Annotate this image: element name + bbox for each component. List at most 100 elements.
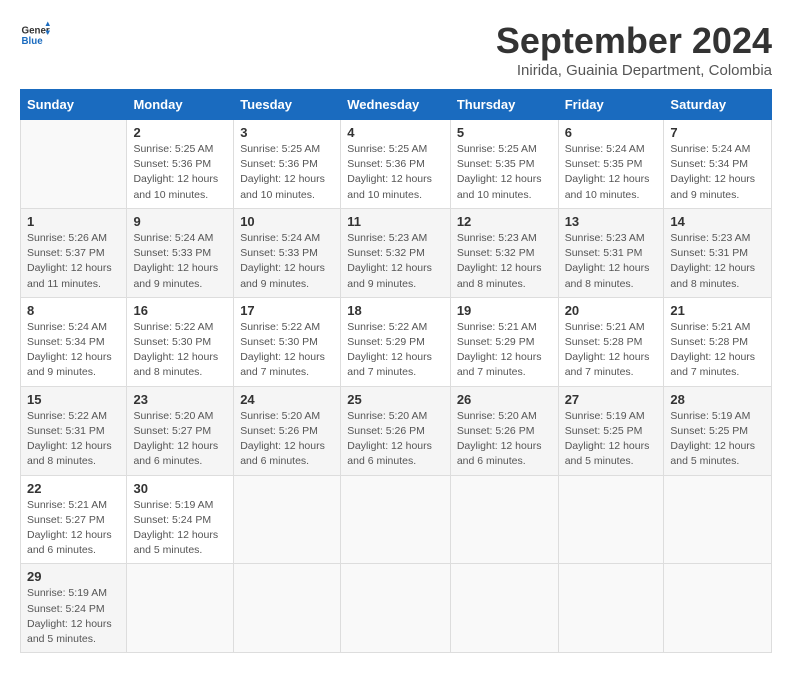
calendar-cell: 29 Sunrise: 5:19 AMSunset: 5:24 PMDayligh… [21, 564, 127, 653]
day-number: 18 [347, 303, 444, 318]
calendar-cell: 5Sunrise: 5:25 AMSunset: 5:35 PMDaylight… [450, 120, 558, 209]
day-info: Sunrise: 5:25 AMSunset: 5:35 PMDaylight:… [457, 142, 552, 203]
day-number: 30 [133, 481, 227, 496]
day-number: 4 [347, 125, 444, 140]
day-info: Sunrise: 5:19 AMSunset: 5:24 PMDaylight:… [27, 586, 120, 647]
calendar-cell [450, 475, 558, 564]
weekday-header: Friday [558, 90, 664, 120]
day-info: Sunrise: 5:20 AMSunset: 5:26 PMDaylight:… [347, 409, 444, 470]
calendar-cell: 1 Sunrise: 5:26 AMSunset: 5:37 PMDaylight… [21, 208, 127, 297]
page-header: General Blue September 2024 Inirida, Gua… [20, 20, 772, 79]
calendar-cell: 15Sunrise: 5:22 AMSunset: 5:31 PMDayligh… [21, 386, 127, 475]
day-info: Sunrise: 5:25 AMSunset: 5:36 PMDaylight:… [133, 142, 227, 203]
calendar-cell: 8Sunrise: 5:24 AMSunset: 5:34 PMDaylight… [21, 297, 127, 386]
calendar-cell: 20 Sunrise: 5:21 AMSunset: 5:28 PMDayligh… [558, 297, 664, 386]
calendar-cell: 4Sunrise: 5:25 AMSunset: 5:36 PMDaylight… [341, 120, 451, 209]
day-number: 23 [133, 392, 227, 407]
day-number: 27 [565, 392, 658, 407]
day-info: Sunrise: 5:21 AMSunset: 5:28 PMDaylight:… [565, 320, 658, 381]
calendar-cell: 25Sunrise: 5:20 AMSunset: 5:26 PMDayligh… [341, 386, 451, 475]
weekday-header: Monday [127, 90, 234, 120]
day-number: 15 [27, 392, 120, 407]
calendar-cell [664, 564, 772, 653]
day-info: Sunrise: 5:24 AMSunset: 5:33 PMDaylight:… [133, 231, 227, 292]
day-number: 29 [27, 569, 120, 584]
day-info: Sunrise: 5:24 AMSunset: 5:34 PMDaylight:… [27, 320, 120, 381]
day-number: 9 [133, 214, 227, 229]
calendar-table: SundayMondayTuesdayWednesdayThursdayFrid… [20, 89, 772, 653]
day-number: 26 [457, 392, 552, 407]
calendar-week-row: 2 Sunrise: 5:25 AMSunset: 5:36 PMDaylight… [21, 120, 772, 209]
calendar-cell: 28 Sunrise: 5:19 AMSunset: 5:25 PMDayligh… [664, 386, 772, 475]
day-number: 6 [565, 125, 658, 140]
weekday-header: Saturday [664, 90, 772, 120]
calendar-cell: 2 Sunrise: 5:25 AMSunset: 5:36 PMDaylight… [127, 120, 234, 209]
day-info: Sunrise: 5:24 AMSunset: 5:33 PMDaylight:… [240, 231, 334, 292]
day-info: Sunrise: 5:23 AMSunset: 5:32 PMDaylight:… [457, 231, 552, 292]
calendar-cell: 13Sunrise: 5:23 AMSunset: 5:31 PMDayligh… [558, 208, 664, 297]
calendar-week-row: 22 Sunrise: 5:21 AMSunset: 5:27 PMDayligh… [21, 475, 772, 564]
calendar-title: September 2024 [496, 20, 772, 62]
svg-text:Blue: Blue [22, 36, 44, 47]
calendar-cell: 17 Sunrise: 5:22 AMSunset: 5:30 PMDayligh… [234, 297, 341, 386]
day-number: 22 [27, 481, 120, 496]
weekday-header: Tuesday [234, 90, 341, 120]
day-number: 21 [670, 303, 765, 318]
calendar-cell: 3 Sunrise: 5:25 AMSunset: 5:36 PMDaylight… [234, 120, 341, 209]
day-info: Sunrise: 5:20 AMSunset: 5:26 PMDaylight:… [457, 409, 552, 470]
calendar-week-row: 1 Sunrise: 5:26 AMSunset: 5:37 PMDaylight… [21, 208, 772, 297]
day-info: Sunrise: 5:20 AMSunset: 5:27 PMDaylight:… [133, 409, 227, 470]
day-number: 1 [27, 214, 120, 229]
day-info: Sunrise: 5:22 AMSunset: 5:30 PMDaylight:… [240, 320, 334, 381]
calendar-cell: 16 Sunrise: 5:22 AMSunset: 5:30 PMDayligh… [127, 297, 234, 386]
day-info: Sunrise: 5:23 AMSunset: 5:31 PMDaylight:… [565, 231, 658, 292]
day-number: 3 [240, 125, 334, 140]
calendar-cell: 30 Sunrise: 5:19 AMSunset: 5:24 PMDayligh… [127, 475, 234, 564]
calendar-cell: 24 Sunrise: 5:20 AMSunset: 5:26 PMDayligh… [234, 386, 341, 475]
calendar-cell [558, 564, 664, 653]
day-info: Sunrise: 5:23 AMSunset: 5:31 PMDaylight:… [670, 231, 765, 292]
svg-text:General: General [22, 26, 51, 37]
calendar-cell: 18Sunrise: 5:22 AMSunset: 5:29 PMDayligh… [341, 297, 451, 386]
day-number: 12 [457, 214, 552, 229]
calendar-cell: 10Sunrise: 5:24 AMSunset: 5:33 PMDayligh… [234, 208, 341, 297]
day-number: 16 [133, 303, 227, 318]
day-info: Sunrise: 5:21 AMSunset: 5:28 PMDaylight:… [670, 320, 765, 381]
day-info: Sunrise: 5:22 AMSunset: 5:30 PMDaylight:… [133, 320, 227, 381]
day-info: Sunrise: 5:21 AMSunset: 5:27 PMDaylight:… [27, 498, 120, 559]
logo-icon: General Blue [20, 20, 50, 50]
day-info: Sunrise: 5:21 AMSunset: 5:29 PMDaylight:… [457, 320, 552, 381]
day-number: 20 [565, 303, 658, 318]
logo: General Blue [20, 20, 50, 50]
day-info: Sunrise: 5:19 AMSunset: 5:24 PMDaylight:… [133, 498, 227, 559]
calendar-subtitle: Inirida, Guainia Department, Colombia [496, 62, 772, 79]
day-info: Sunrise: 5:20 AMSunset: 5:26 PMDaylight:… [240, 409, 334, 470]
day-number: 24 [240, 392, 334, 407]
calendar-cell [127, 564, 234, 653]
calendar-cell [341, 564, 451, 653]
weekday-header: Wednesday [341, 90, 451, 120]
calendar-cell: 26 Sunrise: 5:20 AMSunset: 5:26 PMDayligh… [450, 386, 558, 475]
calendar-week-row: 8Sunrise: 5:24 AMSunset: 5:34 PMDaylight… [21, 297, 772, 386]
calendar-cell: 12 Sunrise: 5:23 AMSunset: 5:32 PMDayligh… [450, 208, 558, 297]
calendar-cell: 6 Sunrise: 5:24 AMSunset: 5:35 PMDaylight… [558, 120, 664, 209]
day-number: 7 [670, 125, 765, 140]
day-info: Sunrise: 5:24 AMSunset: 5:34 PMDaylight:… [670, 142, 765, 203]
calendar-cell: 22 Sunrise: 5:21 AMSunset: 5:27 PMDayligh… [21, 475, 127, 564]
day-number: 14 [670, 214, 765, 229]
weekday-header-row: SundayMondayTuesdayWednesdayThursdayFrid… [21, 90, 772, 120]
day-info: Sunrise: 5:19 AMSunset: 5:25 PMDaylight:… [670, 409, 765, 470]
day-number: 11 [347, 214, 444, 229]
day-number: 2 [133, 125, 227, 140]
calendar-cell [558, 475, 664, 564]
day-number: 17 [240, 303, 334, 318]
weekday-header: Sunday [21, 90, 127, 120]
day-info: Sunrise: 5:25 AMSunset: 5:36 PMDaylight:… [240, 142, 334, 203]
day-info: Sunrise: 5:24 AMSunset: 5:35 PMDaylight:… [565, 142, 658, 203]
calendar-cell: 27Sunrise: 5:19 AMSunset: 5:25 PMDayligh… [558, 386, 664, 475]
day-info: Sunrise: 5:26 AMSunset: 5:37 PMDaylight:… [27, 231, 120, 292]
calendar-cell [234, 564, 341, 653]
calendar-cell: 21 Sunrise: 5:21 AMSunset: 5:28 PMDayligh… [664, 297, 772, 386]
calendar-cell [664, 475, 772, 564]
day-number: 28 [670, 392, 765, 407]
